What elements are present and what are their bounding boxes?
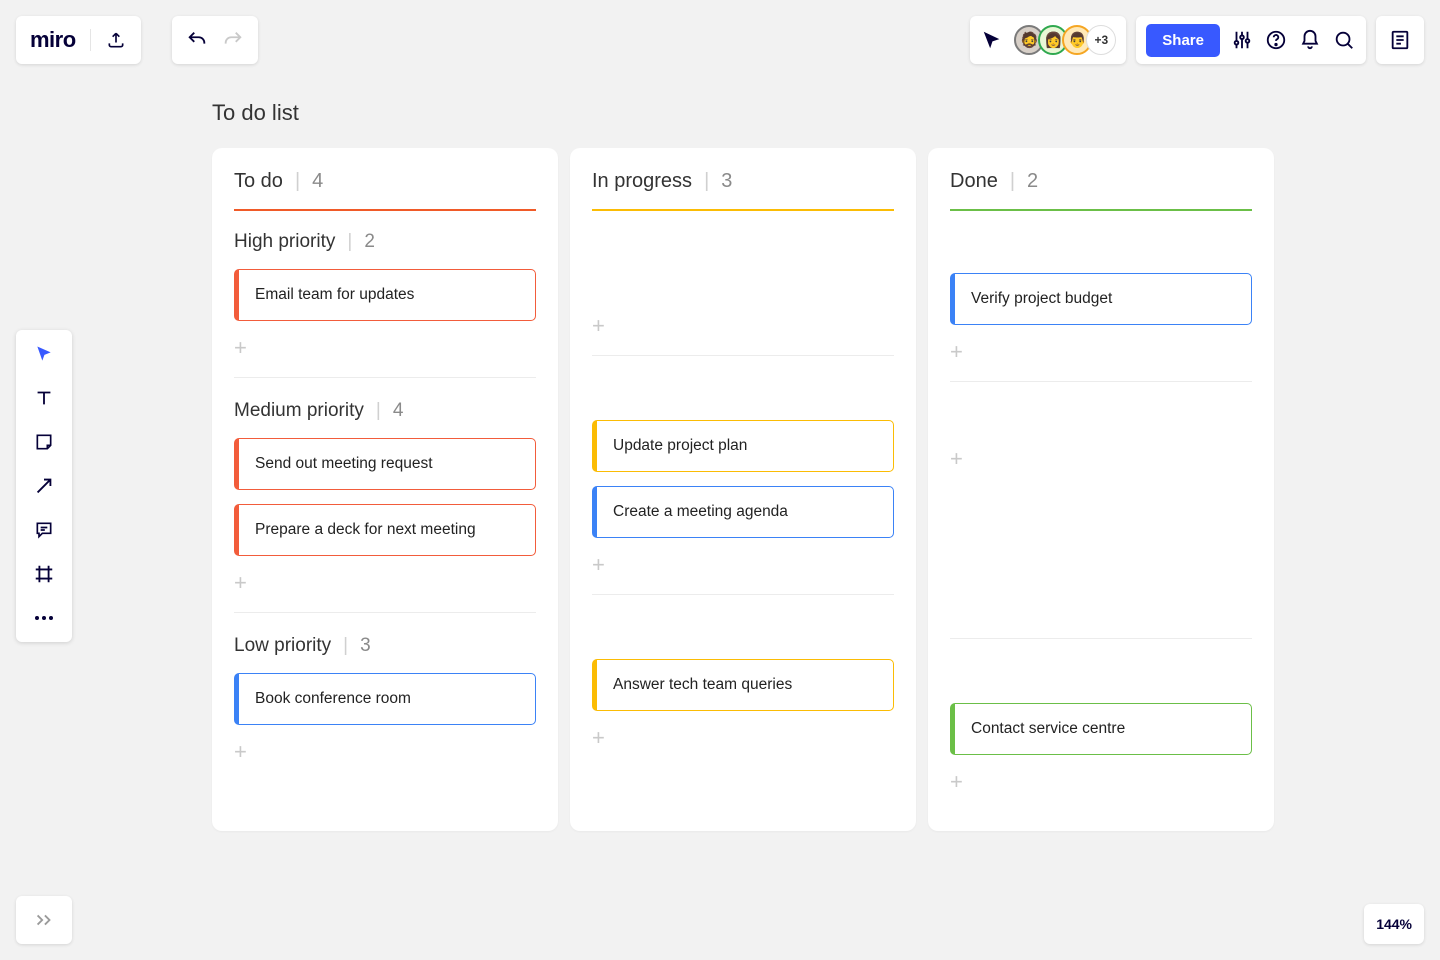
- section-divider: [234, 612, 536, 613]
- add-card-button[interactable]: +: [950, 339, 1252, 365]
- separator: |: [376, 400, 381, 422]
- spacer: [950, 231, 1252, 273]
- select-tool[interactable]: [30, 340, 58, 368]
- logo-toolbar: miro: [16, 16, 141, 64]
- notes-panel-button[interactable]: [1376, 16, 1424, 64]
- section-divider: [234, 377, 536, 378]
- add-card-button[interactable]: +: [592, 313, 894, 339]
- card[interactable]: Create a meeting agenda: [592, 486, 894, 538]
- share-button[interactable]: Share: [1146, 24, 1220, 57]
- history-toolbar: [172, 16, 258, 64]
- section-count: 4: [393, 400, 404, 422]
- miro-logo[interactable]: miro: [30, 27, 76, 53]
- separator: |: [704, 170, 709, 193]
- zoom-indicator[interactable]: 144%: [1364, 904, 1424, 944]
- separator: |: [343, 635, 348, 657]
- spacer: [592, 617, 894, 659]
- spacer: [950, 482, 1252, 622]
- card[interactable]: Update project plan: [592, 420, 894, 472]
- section-label: Medium priority: [234, 400, 364, 422]
- spacer: [950, 404, 1252, 446]
- search-icon[interactable]: [1332, 28, 1356, 52]
- column-count: 2: [1027, 170, 1038, 193]
- card[interactable]: Prepare a deck for next meeting: [234, 504, 536, 556]
- kanban-board: To do list To do | 4 High priority | 2 E…: [212, 100, 1274, 831]
- card[interactable]: Contact service centre: [950, 703, 1252, 755]
- column-count: 3: [721, 170, 732, 193]
- section-divider: [950, 381, 1252, 382]
- section-low-priority[interactable]: Low priority | 3: [234, 635, 536, 657]
- tool-palette: [16, 330, 72, 642]
- section-label: Low priority: [234, 635, 331, 657]
- column-title: In progress: [592, 170, 692, 193]
- spacer: [592, 378, 894, 420]
- column-header[interactable]: In progress | 3: [592, 170, 894, 193]
- add-card-button[interactable]: +: [592, 725, 894, 751]
- columns: To do | 4 High priority | 2 Email team f…: [212, 148, 1274, 831]
- redo-icon: [222, 29, 244, 51]
- column-in-progress: In progress | 3 + Update project plan Cr…: [570, 148, 916, 831]
- separator: |: [1010, 170, 1015, 193]
- more-tools[interactable]: [30, 604, 58, 632]
- section-label: High priority: [234, 231, 335, 253]
- separator: |: [295, 170, 300, 193]
- add-card-button[interactable]: +: [592, 552, 894, 578]
- bell-icon[interactable]: [1298, 28, 1322, 52]
- arrow-tool[interactable]: [30, 472, 58, 500]
- column-rule: [950, 209, 1252, 211]
- avatar-overflow[interactable]: +3: [1086, 25, 1116, 55]
- upload-icon[interactable]: [105, 29, 127, 51]
- undo-icon[interactable]: [186, 29, 208, 51]
- section-medium-priority[interactable]: Medium priority | 4: [234, 400, 536, 422]
- column-title: To do: [234, 170, 283, 193]
- actions-bar: Share: [1136, 16, 1366, 64]
- column-title: Done: [950, 170, 998, 193]
- add-card-button[interactable]: +: [234, 335, 536, 361]
- notes-icon: [1388, 28, 1412, 52]
- section-count: 2: [364, 231, 375, 253]
- expand-panel-button[interactable]: [16, 896, 72, 944]
- collaborator-avatars[interactable]: 🧔 👩 👨 +3: [1014, 25, 1116, 55]
- column-header[interactable]: To do | 4: [234, 170, 536, 193]
- column-header[interactable]: Done | 2: [950, 170, 1252, 193]
- separator: |: [347, 231, 352, 253]
- help-icon[interactable]: [1264, 28, 1288, 52]
- column-count: 4: [312, 170, 323, 193]
- divider: [90, 29, 91, 51]
- spacer: [950, 661, 1252, 703]
- column-rule: [592, 209, 894, 211]
- column-done: Done | 2 Verify project budget + + Conta…: [928, 148, 1274, 831]
- top-right-cluster: 🧔 👩 👨 +3 Share: [970, 16, 1424, 64]
- section-divider: [950, 638, 1252, 639]
- cursor-follow-icon[interactable]: [980, 28, 1004, 52]
- collab-bar: 🧔 👩 👨 +3: [970, 16, 1126, 64]
- sticky-note-tool[interactable]: [30, 428, 58, 456]
- card[interactable]: Answer tech team queries: [592, 659, 894, 711]
- card[interactable]: Book conference room: [234, 673, 536, 725]
- card[interactable]: Email team for updates: [234, 269, 536, 321]
- column-rule: [234, 209, 536, 211]
- add-card-button[interactable]: +: [950, 446, 1252, 472]
- comment-tool[interactable]: [30, 516, 58, 544]
- spacer: [592, 231, 894, 313]
- section-count: 3: [360, 635, 371, 657]
- card[interactable]: Send out meeting request: [234, 438, 536, 490]
- board-title[interactable]: To do list: [212, 100, 1274, 126]
- section-divider: [592, 594, 894, 595]
- add-card-button[interactable]: +: [950, 769, 1252, 795]
- section-high-priority[interactable]: High priority | 2: [234, 231, 536, 253]
- frame-tool[interactable]: [30, 560, 58, 588]
- add-card-button[interactable]: +: [234, 570, 536, 596]
- add-card-button[interactable]: +: [234, 739, 536, 765]
- column-todo: To do | 4 High priority | 2 Email team f…: [212, 148, 558, 831]
- section-divider: [592, 355, 894, 356]
- card[interactable]: Verify project budget: [950, 273, 1252, 325]
- text-tool[interactable]: [30, 384, 58, 412]
- sliders-icon[interactable]: [1230, 28, 1254, 52]
